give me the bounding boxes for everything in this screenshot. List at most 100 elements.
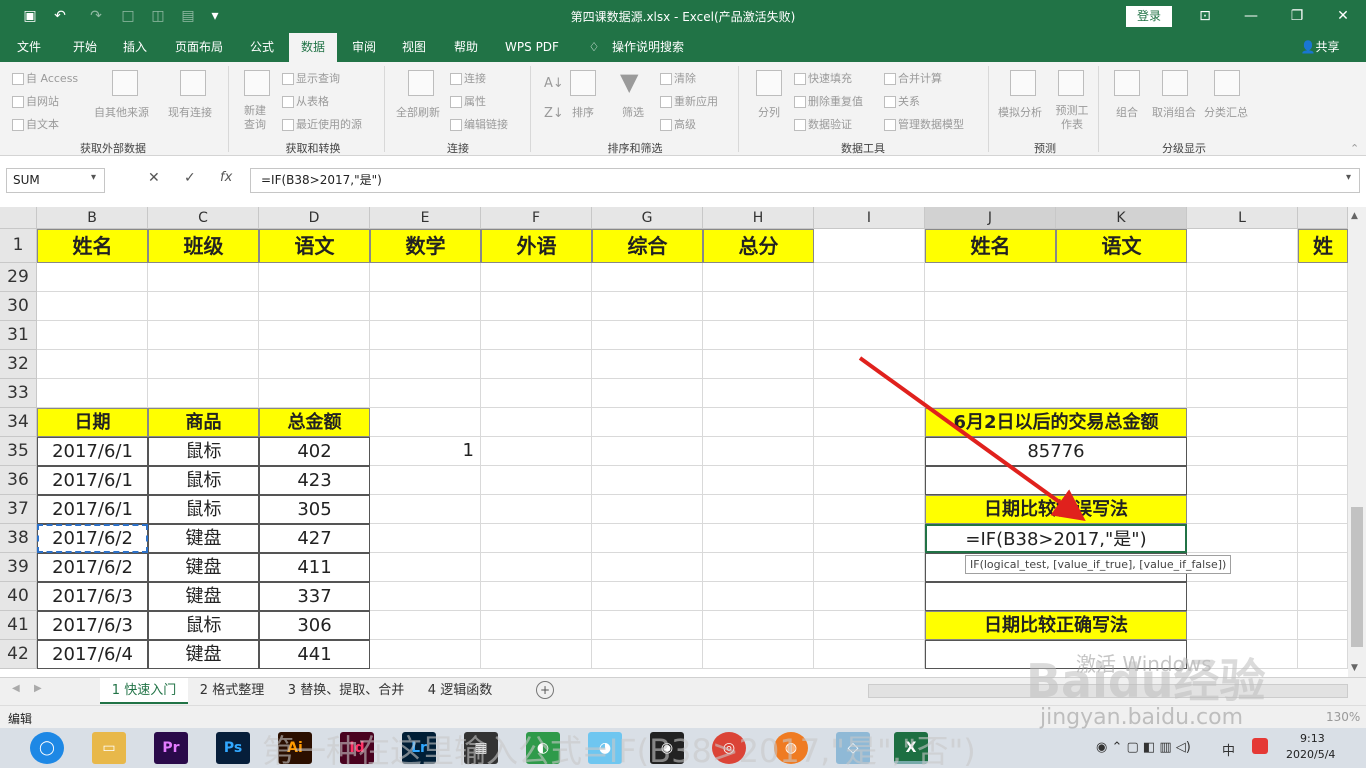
cell-e33[interactable] (370, 379, 481, 408)
cell-h37[interactable] (703, 495, 814, 524)
cell-d40[interactable]: 337 (259, 582, 370, 611)
tab-formulas[interactable]: 公式 (240, 33, 284, 62)
cell-m34[interactable] (1298, 408, 1348, 437)
sort-button[interactable]: 排序 (572, 104, 594, 120)
cell-c36[interactable]: 鼠标 (148, 466, 259, 495)
header-cell[interactable]: 姓名 (925, 229, 1056, 263)
show-queries-button[interactable]: 显示查询 (282, 70, 340, 86)
cell-b29[interactable] (37, 263, 148, 292)
cell-b41[interactable]: 2017/6/3 (37, 611, 148, 640)
cell-e42[interactable] (370, 640, 481, 669)
cell-f38[interactable] (481, 524, 592, 553)
start-icon[interactable]: ◯ (30, 732, 64, 764)
prev-sheet-icon[interactable]: ◀ (12, 683, 20, 694)
cell-j30[interactable] (925, 292, 1187, 321)
column-header[interactable]: H (703, 207, 814, 229)
cell-j40[interactable] (925, 582, 1187, 611)
tab-home[interactable]: 开始 (62, 33, 108, 62)
cell-h35[interactable] (703, 437, 814, 466)
cell-e29[interactable] (370, 263, 481, 292)
reapply-button[interactable]: 重新应用 (660, 93, 718, 109)
cell-c31[interactable] (148, 321, 259, 350)
cell-f33[interactable] (481, 379, 592, 408)
cell-g37[interactable] (592, 495, 703, 524)
cell-d33[interactable] (259, 379, 370, 408)
clear-button[interactable]: 清除 (660, 70, 696, 86)
formula-input[interactable]: =IF(B38>2017,"是") (250, 168, 1360, 193)
cell-i36[interactable] (814, 466, 925, 495)
cell-c37[interactable]: 鼠标 (148, 495, 259, 524)
cell-b32[interactable] (37, 350, 148, 379)
cell-g34[interactable] (592, 408, 703, 437)
row-header[interactable]: 33 (0, 379, 37, 408)
worksheet-grid[interactable]: B C D E F G H I J K L 1 姓名 班级 语文 数学 外语 综合 总分 姓名语… (0, 207, 1348, 677)
cell-f32[interactable] (481, 350, 592, 379)
column-header[interactable]: I (814, 207, 925, 229)
cell-i40[interactable] (814, 582, 925, 611)
column-header[interactable]: F (481, 207, 592, 229)
cell-l35[interactable] (1187, 437, 1298, 466)
cell-l29[interactable] (1187, 263, 1298, 292)
sheet-tab[interactable]: 3 替换、提取、合并 (278, 678, 414, 704)
cell-e38[interactable] (370, 524, 481, 553)
cell-b35[interactable]: 2017/6/1 (37, 437, 148, 466)
cell-h30[interactable] (703, 292, 814, 321)
new-query-button[interactable]: 新建查询 (244, 104, 270, 132)
cell-d41[interactable]: 306 (259, 611, 370, 640)
cell-j31[interactable] (925, 321, 1187, 350)
cell-l36[interactable] (1187, 466, 1298, 495)
cell-c38[interactable]: 键盘 (148, 524, 259, 553)
cell-e34[interactable] (370, 408, 481, 437)
from-table-button[interactable]: 从表格 (282, 93, 329, 109)
cell-g30[interactable] (592, 292, 703, 321)
clock-date[interactable]: 2020/5/4 (1286, 748, 1335, 761)
photoshop-icon[interactable]: Ps (216, 732, 250, 764)
cell-c34[interactable]: 商品 (148, 408, 259, 437)
tab-view[interactable]: 视图 (392, 33, 436, 62)
cell-i39[interactable] (814, 553, 925, 582)
cell-g36[interactable] (592, 466, 703, 495)
cell-l32[interactable] (1187, 350, 1298, 379)
column-header[interactable]: L (1187, 207, 1298, 229)
refresh-all-button[interactable]: 全部刷新 (396, 104, 440, 120)
insert-function-icon[interactable]: fx (220, 170, 232, 185)
cell-m41[interactable] (1298, 611, 1348, 640)
cell-d32[interactable] (259, 350, 370, 379)
minimize-icon[interactable]: — (1228, 4, 1274, 28)
cell-j36[interactable] (925, 466, 1187, 495)
cell-l38[interactable] (1187, 524, 1298, 553)
file-explorer-icon[interactable]: ▭ (92, 732, 126, 764)
remove-duplicates-button[interactable]: 删除重复值 (794, 93, 863, 109)
cell-g41[interactable] (592, 611, 703, 640)
header-cell[interactable] (1187, 229, 1298, 263)
tab-data[interactable]: 数据 (289, 33, 337, 62)
row-header[interactable]: 42 (0, 640, 37, 669)
from-access-button[interactable]: 自 Access (12, 70, 78, 86)
header-cell[interactable]: 综合 (592, 229, 703, 263)
cell-h41[interactable] (703, 611, 814, 640)
cell-j34[interactable]: 6月2日以后的交易总金额 (925, 408, 1187, 437)
cell-i32[interactable] (814, 350, 925, 379)
cell-b31[interactable] (37, 321, 148, 350)
cell-d38[interactable]: 427 (259, 524, 370, 553)
cell-b39[interactable]: 2017/6/2 (37, 553, 148, 582)
row-header[interactable]: 41 (0, 611, 37, 640)
cell-i35[interactable] (814, 437, 925, 466)
name-box-dropdown-icon[interactable]: ▾ (91, 172, 96, 183)
cell-e36[interactable] (370, 466, 481, 495)
cell-d36[interactable]: 423 (259, 466, 370, 495)
cell-i41[interactable] (814, 611, 925, 640)
cell-f30[interactable] (481, 292, 592, 321)
tab-wps-pdf[interactable]: WPS PDF (496, 33, 568, 62)
cell-l34[interactable] (1187, 408, 1298, 437)
cell-m32[interactable] (1298, 350, 1348, 379)
cell-i34[interactable] (814, 408, 925, 437)
text-to-columns-button[interactable]: 分列 (758, 104, 780, 120)
cell-m42[interactable] (1298, 640, 1348, 669)
row-header[interactable]: 38 (0, 524, 37, 553)
cell-f31[interactable] (481, 321, 592, 350)
cell-j32[interactable] (925, 350, 1187, 379)
cell-m39[interactable] (1298, 553, 1348, 582)
column-header[interactable]: J (925, 207, 1056, 229)
cell-m40[interactable] (1298, 582, 1348, 611)
